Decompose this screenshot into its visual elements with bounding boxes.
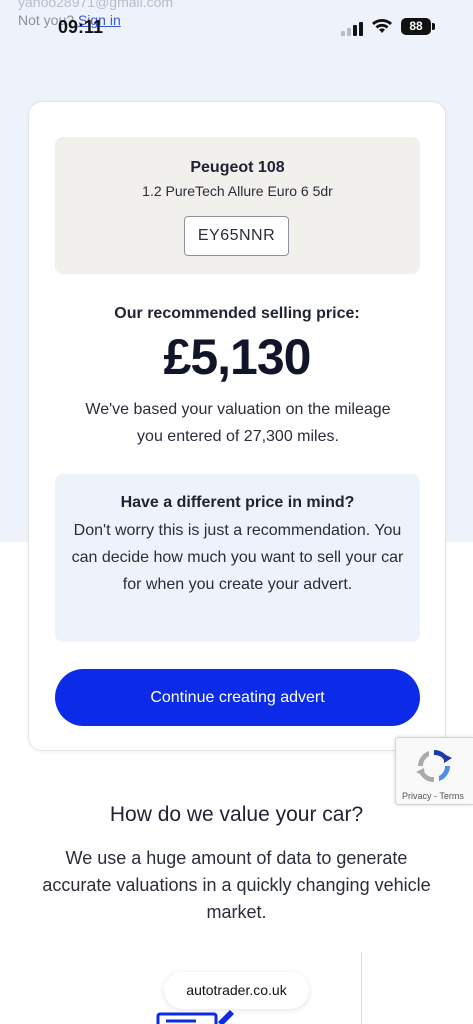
cellular-signal-icon [341, 20, 367, 36]
browser-url-bar[interactable]: autotrader.co.uk [164, 972, 309, 1009]
recaptcha-icon [416, 749, 452, 783]
continue-creating-advert-button[interactable]: Continue creating advert [55, 669, 420, 726]
how-we-value-title: How do we value your car? [109, 803, 364, 826]
battery-icon: 88 [401, 18, 431, 35]
vehicle-summary: Peugeot 108 1.2 PureTech Allure Euro 6 5… [55, 137, 420, 274]
valuation-card: Peugeot 108 1.2 PureTech Allure Euro 6 5… [28, 101, 446, 751]
different-price-info: Have a different price in mind? Don't wo… [55, 474, 420, 642]
info-body: Don't worry this is just a recommendatio… [71, 522, 404, 593]
recaptcha-badge[interactable]: Privacy - Terms [395, 737, 473, 805]
how-we-value-body: We use a huge amount of data to generate… [42, 848, 431, 922]
wifi-icon [372, 19, 392, 33]
vehicle-make-model: Peugeot 108 [190, 159, 285, 176]
registration-plate: EY65NNR [184, 216, 289, 256]
battery-nub [432, 23, 435, 30]
recommended-price: £5,130 [163, 329, 312, 385]
status-time: 09:11 [58, 17, 104, 37]
recaptcha-links[interactable]: Privacy - Terms [402, 791, 464, 801]
section-divider [361, 952, 362, 1024]
info-title: Have a different price in mind? [120, 494, 355, 511]
status-bar: 09:11 88 [0, 0, 473, 50]
valuation-basis-text: We've based your valuation on the mileag… [85, 401, 391, 445]
vehicle-variant: 1.2 PureTech Allure Euro 6 5dr [142, 183, 333, 199]
recommended-price-label: Our recommended selling price: [114, 305, 360, 322]
